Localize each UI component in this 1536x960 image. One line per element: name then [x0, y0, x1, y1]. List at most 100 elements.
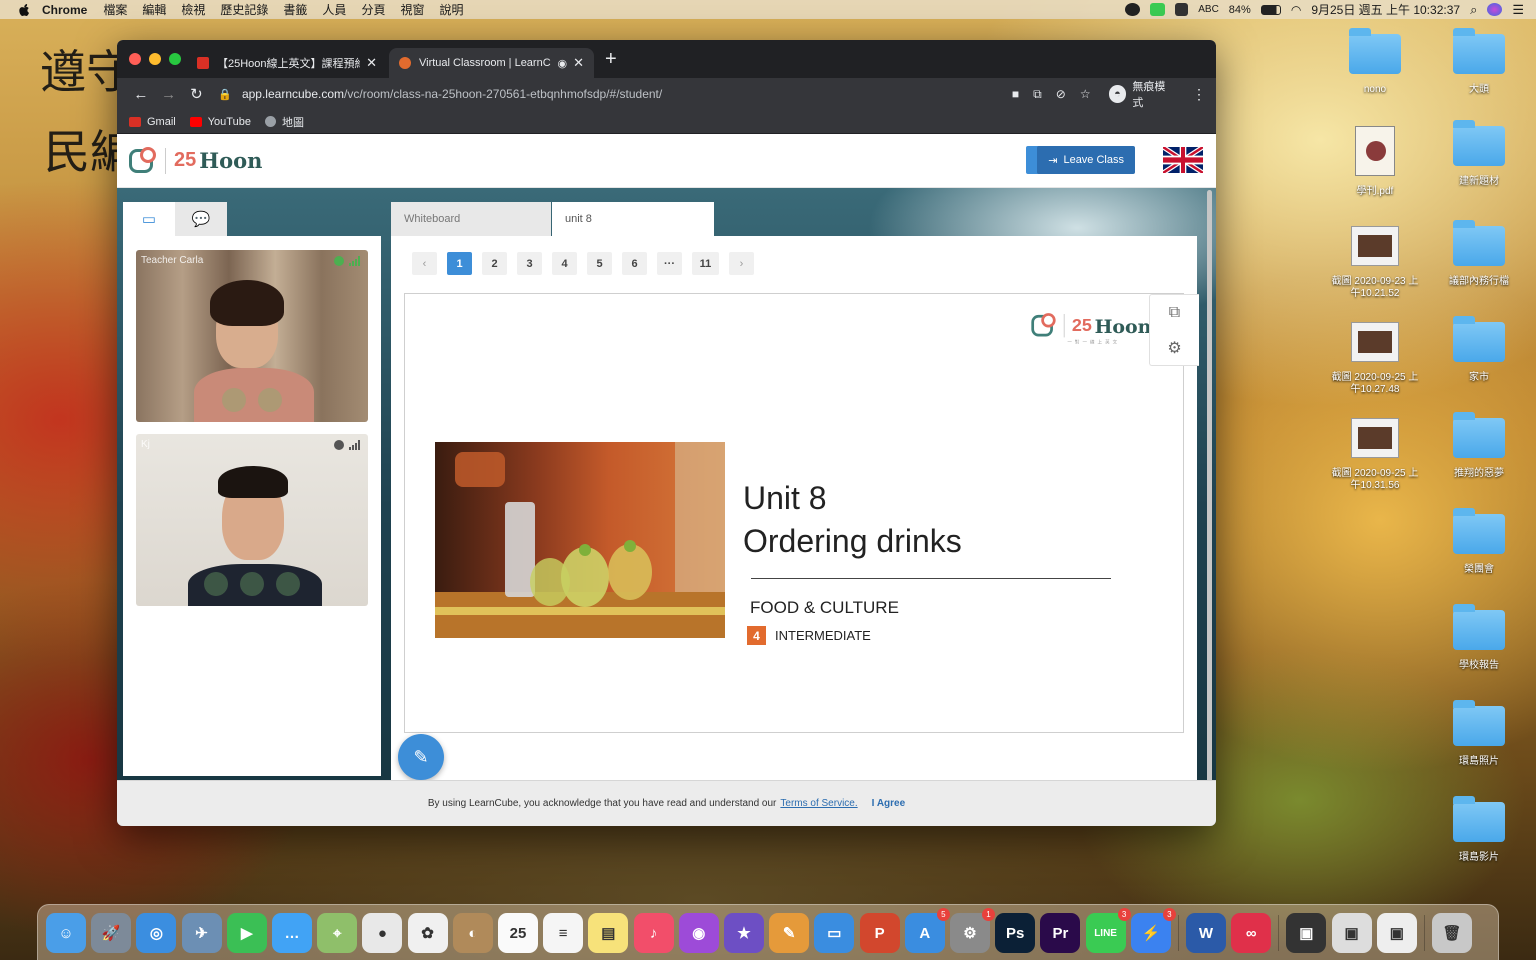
- forward-icon[interactable]: →: [155, 86, 183, 103]
- desktop-icon-screenshot[interactable]: 截圖 2020-09-23 上午10.21.52: [1330, 226, 1420, 300]
- tab-whiteboard[interactable]: Whiteboard: [391, 202, 551, 236]
- dock-app-calendar-icon[interactable]: 25: [498, 913, 538, 953]
- dock-app-premiere-icon[interactable]: Pr: [1040, 913, 1081, 953]
- desktop-icon-folder[interactable]: 環島影片: [1434, 796, 1524, 864]
- dock-app-keynote-icon[interactable]: ▭: [814, 913, 855, 953]
- settings-gear-icon[interactable]: ⚙: [1150, 331, 1199, 367]
- dock-app-trash-icon[interactable]: 🗑: [1432, 913, 1472, 953]
- battery-icon[interactable]: [1260, 4, 1281, 15]
- tab-chat[interactable]: 💬: [175, 202, 227, 236]
- teacher-video[interactable]: Teacher Carla: [136, 250, 368, 422]
- dock-app-creative-cloud-icon[interactable]: ∞: [1231, 913, 1272, 953]
- address-bar[interactable]: 🔒 app.learncube.com /vc/room/class-na-25…: [218, 82, 1090, 106]
- dock-app-messenger-icon[interactable]: ⚡ 3: [1130, 908, 1176, 953]
- battery-percent[interactable]: 84%: [1229, 4, 1251, 16]
- dock-app-podcasts-icon[interactable]: ◉: [678, 913, 719, 953]
- page-scrollbar[interactable]: [1207, 190, 1212, 790]
- back-icon[interactable]: ←: [127, 86, 155, 103]
- camera-icon[interactable]: ■: [1012, 87, 1019, 102]
- minimize-window-button[interactable]: [149, 53, 161, 65]
- page-button[interactable]: 11: [692, 252, 719, 275]
- lesson-slide[interactable]: 25 Hoon 一 對 一 線 上 英 文 Unit 8 Ordering dr…: [404, 293, 1184, 733]
- dock-app-app-store-icon[interactable]: A5: [904, 908, 950, 953]
- page-ellipsis[interactable]: ···: [657, 252, 682, 275]
- desktop-icon-screenshot[interactable]: 截圖 2020-09-25 上午10.27.48: [1330, 322, 1420, 396]
- prev-page-button[interactable]: ‹: [412, 252, 437, 275]
- menu-history[interactable]: 歷史記錄: [220, 1, 268, 18]
- annotate-pen-button[interactable]: ✎: [398, 734, 444, 780]
- dock-app-pages-icon[interactable]: ✎: [769, 913, 810, 953]
- page-button[interactable]: 4: [552, 252, 577, 275]
- dock-app-safari-icon[interactable]: ◎: [136, 913, 177, 953]
- dock-app-powerpoint-icon[interactable]: P: [859, 913, 900, 953]
- browser-tab-booking[interactable]: 【25Hoon線上英文】課程預約系 ✕: [187, 48, 387, 78]
- desktop-icon-folder[interactable]: 家市: [1434, 316, 1524, 384]
- menu-window[interactable]: 視窗: [400, 1, 424, 18]
- dock-app-screenshot-3-icon[interactable]: ▣: [1376, 913, 1417, 953]
- tab-video[interactable]: ▭: [123, 202, 175, 236]
- dock-app-chrome-icon[interactable]: ●: [362, 913, 403, 953]
- close-window-button[interactable]: [129, 53, 141, 65]
- dock-app-system-preferences-icon[interactable]: ⚙ 1: [950, 908, 995, 953]
- menu-people[interactable]: 人員: [322, 1, 346, 18]
- chrome-menu-icon[interactable]: ⋮: [1192, 86, 1206, 103]
- screen-share-icon[interactable]: [276, 572, 300, 596]
- copy-slide-icon[interactable]: ⧉: [1150, 295, 1199, 331]
- close-tab-icon[interactable]: ✕: [366, 55, 377, 71]
- mic-toggle-icon[interactable]: [258, 388, 282, 412]
- page-button[interactable]: 1: [447, 252, 472, 275]
- dock-app-word-icon[interactable]: W: [1186, 913, 1226, 953]
- page-button[interactable]: 3: [517, 252, 542, 275]
- menu-edit[interactable]: 編輯: [142, 1, 166, 18]
- menu-tab[interactable]: 分頁: [361, 1, 385, 18]
- desktop-icon-folder[interactable]: 學校報告: [1434, 604, 1524, 672]
- dock-app-finder-icon[interactable]: ☺: [46, 913, 86, 953]
- dock-app-photoshop-icon[interactable]: Ps: [995, 913, 1036, 953]
- zoom-window-button[interactable]: [169, 53, 181, 65]
- bookmark-star-icon[interactable]: ☆: [1080, 87, 1091, 102]
- agree-button[interactable]: I Agree: [872, 798, 906, 809]
- dock-app-preview-icon[interactable]: ✈: [181, 913, 222, 953]
- menu-help[interactable]: 說明: [439, 1, 463, 18]
- uk-flag-icon[interactable]: [1163, 147, 1203, 173]
- dock-app-imovie-icon[interactable]: ★: [724, 913, 764, 953]
- desktop-icon-folder[interactable]: 環島照片: [1434, 700, 1524, 768]
- dock-app-line-icon[interactable]: LINE 3: [1085, 908, 1131, 953]
- dock-app-screenshot-1-icon[interactable]: ▣: [1286, 913, 1327, 953]
- desktop-icon-folder[interactable]: nono: [1330, 28, 1420, 96]
- dock-app-messages-icon[interactable]: …: [272, 913, 312, 953]
- leave-class-button[interactable]: ⇥ Leave Class: [1037, 146, 1135, 174]
- mic-toggle-icon[interactable]: [240, 572, 264, 596]
- wifi-icon[interactable]: ◠: [1291, 3, 1301, 17]
- browser-tab-classroom[interactable]: Virtual Classroom | LearnC ◉ ✕: [389, 48, 594, 78]
- desktop-icon-folder[interactable]: 建新題材: [1434, 120, 1524, 188]
- desktop-icon-pdf[interactable]: 學刊.pdf: [1330, 126, 1420, 198]
- student-video[interactable]: Kj: [136, 434, 368, 606]
- incognito-profile[interactable]: ◓ 無痕模式: [1108, 78, 1176, 110]
- desktop-icon-folder[interactable]: 議部內務行檔: [1434, 220, 1524, 288]
- camera-toggle-icon[interactable]: [222, 388, 246, 412]
- desktop-icon-folder[interactable]: 榮團會: [1434, 508, 1524, 576]
- menu-file[interactable]: 檔案: [103, 1, 127, 18]
- spotlight-icon[interactable]: ⌕: [1470, 2, 1477, 18]
- line-icon[interactable]: [1150, 3, 1166, 16]
- menu-bookmarks[interactable]: 書籤: [283, 1, 307, 18]
- creative-cloud-icon[interactable]: [1125, 3, 1141, 16]
- dock-app-reminders-icon[interactable]: ≡: [543, 913, 584, 953]
- desktop-icon-folder[interactable]: 推翔的惡夢: [1434, 412, 1524, 480]
- dock-app-contacts-icon[interactable]: ◐: [452, 913, 493, 953]
- desktop-icon-folder[interactable]: 大頭: [1434, 28, 1524, 96]
- bookmark-youtube[interactable]: YouTube: [189, 116, 251, 128]
- lock-icon[interactable]: 🔒: [218, 88, 232, 101]
- camera-toggle-icon[interactable]: [204, 572, 228, 596]
- next-page-button[interactable]: ›: [729, 252, 754, 275]
- dock-app-photos-icon[interactable]: ✿: [407, 913, 448, 953]
- desktop-icon-screenshot[interactable]: 截圖 2020-09-25 上午10.31.56: [1330, 418, 1420, 492]
- bookmark-gmail[interactable]: Gmail: [129, 116, 176, 128]
- eye-off-icon[interactable]: ⊘: [1056, 87, 1066, 102]
- dock-app-screenshot-2-icon[interactable]: ▣: [1331, 913, 1372, 953]
- dock-app-launchpad-icon[interactable]: 🚀: [91, 913, 132, 953]
- page-button[interactable]: 5: [587, 252, 612, 275]
- notification-center-icon[interactable]: ☰: [1512, 2, 1524, 18]
- input-method-label[interactable]: ABC: [1198, 4, 1219, 15]
